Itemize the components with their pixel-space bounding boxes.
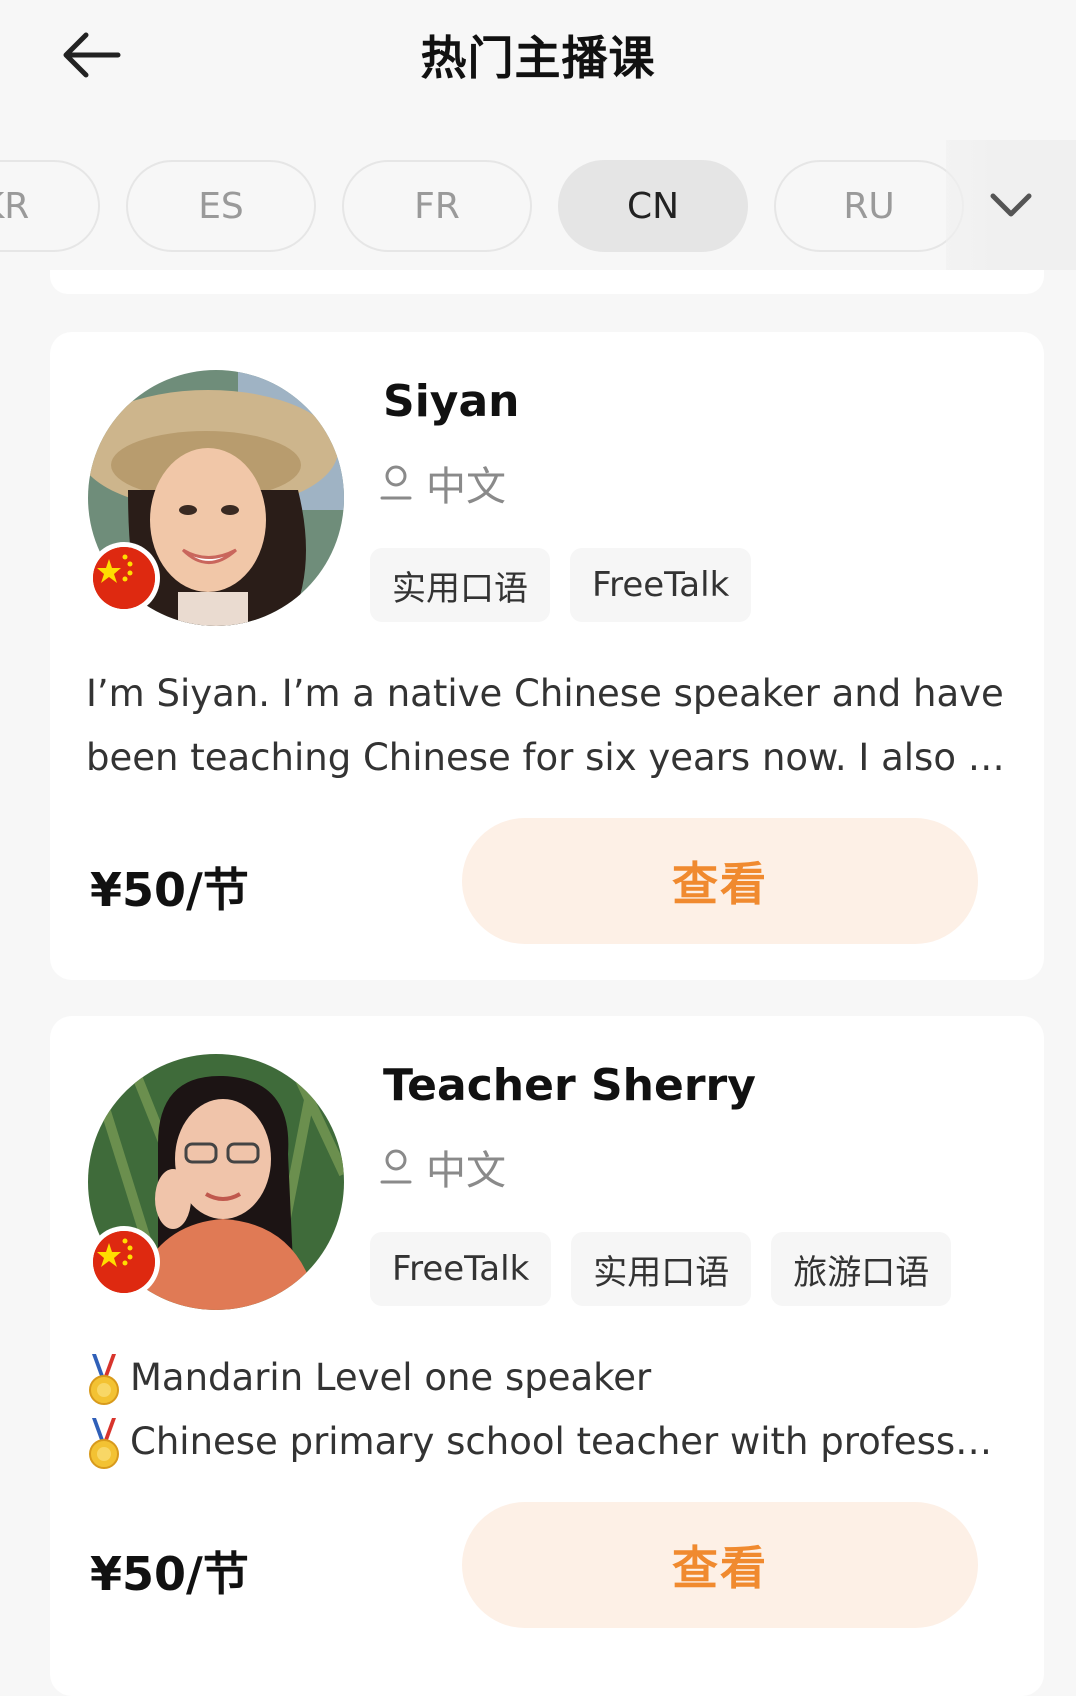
teacher-description: Mandarin Level one speaker Chinese prima… — [86, 1346, 1008, 1474]
person-icon — [380, 1149, 412, 1184]
description-text: Mandarin Level one speaker — [130, 1356, 652, 1399]
page-title: 热门主播课 — [420, 31, 656, 85]
tab-es[interactable]: ES — [126, 160, 316, 252]
description-line: been teaching Chinese for six years now.… — [86, 736, 1005, 779]
tag-list: 实用口语 FreeTalk — [370, 548, 752, 622]
tab-cn[interactable]: CN — [558, 160, 748, 252]
china-flag-icon — [88, 542, 160, 614]
description-text: Chinese primary school teacher with prof… — [130, 1420, 993, 1463]
tag: 实用口语 — [370, 548, 550, 622]
teacher-name: Siyan — [383, 376, 520, 427]
teacher-name: Teacher Sherry — [383, 1060, 756, 1111]
teacher-card[interactable]: Teacher Sherry 中文 FreeTalk 实用口语 旅游口语 Man… — [50, 1016, 1044, 1696]
china-flag-icon — [88, 1226, 160, 1298]
tab-fr[interactable]: FR — [342, 160, 532, 252]
tag: FreeTalk — [370, 1232, 552, 1306]
teacher-language: 中文 — [380, 454, 506, 512]
teacher-language: 中文 — [380, 1138, 506, 1196]
view-button[interactable]: 查看 — [462, 818, 978, 944]
person-icon — [380, 465, 412, 500]
teacher-description: I’m Siyan. I’m a native Chinese speaker … — [86, 662, 1008, 790]
header-bar: 热门主播课 — [0, 0, 1076, 110]
tag: 实用口语 — [571, 1232, 752, 1306]
chevron-down-icon — [990, 193, 1032, 217]
description-line: Mandarin Level one speaker — [86, 1346, 1008, 1410]
price: ¥50/节 — [90, 863, 249, 917]
medal-icon — [89, 1417, 119, 1469]
language-tabs: KR ES FR CN RU — [0, 140, 1076, 270]
teacher-card[interactable]: Siyan 中文 实用口语 FreeTalk I’m Siyan. I’m a … — [50, 332, 1044, 980]
description-line: Chinese primary school teacher with prof… — [86, 1410, 1008, 1474]
tag: FreeTalk — [570, 548, 752, 622]
medal-icon — [89, 1353, 119, 1405]
tag: 旅游口语 — [771, 1232, 952, 1306]
expand-tabs-button[interactable] — [946, 140, 1076, 270]
tag-list: FreeTalk 实用口语 旅游口语 — [370, 1232, 952, 1306]
language-label: 中文 — [426, 1148, 506, 1194]
description-line: I’m Siyan. I’m a native Chinese speaker … — [86, 672, 1004, 715]
previous-card-edge — [50, 270, 1044, 294]
tab-ru[interactable]: RU — [774, 160, 964, 252]
language-label: 中文 — [426, 464, 506, 510]
price: ¥50/节 — [90, 1547, 249, 1601]
tab-kr[interactable]: KR — [0, 160, 100, 252]
view-button[interactable]: 查看 — [462, 1502, 978, 1628]
